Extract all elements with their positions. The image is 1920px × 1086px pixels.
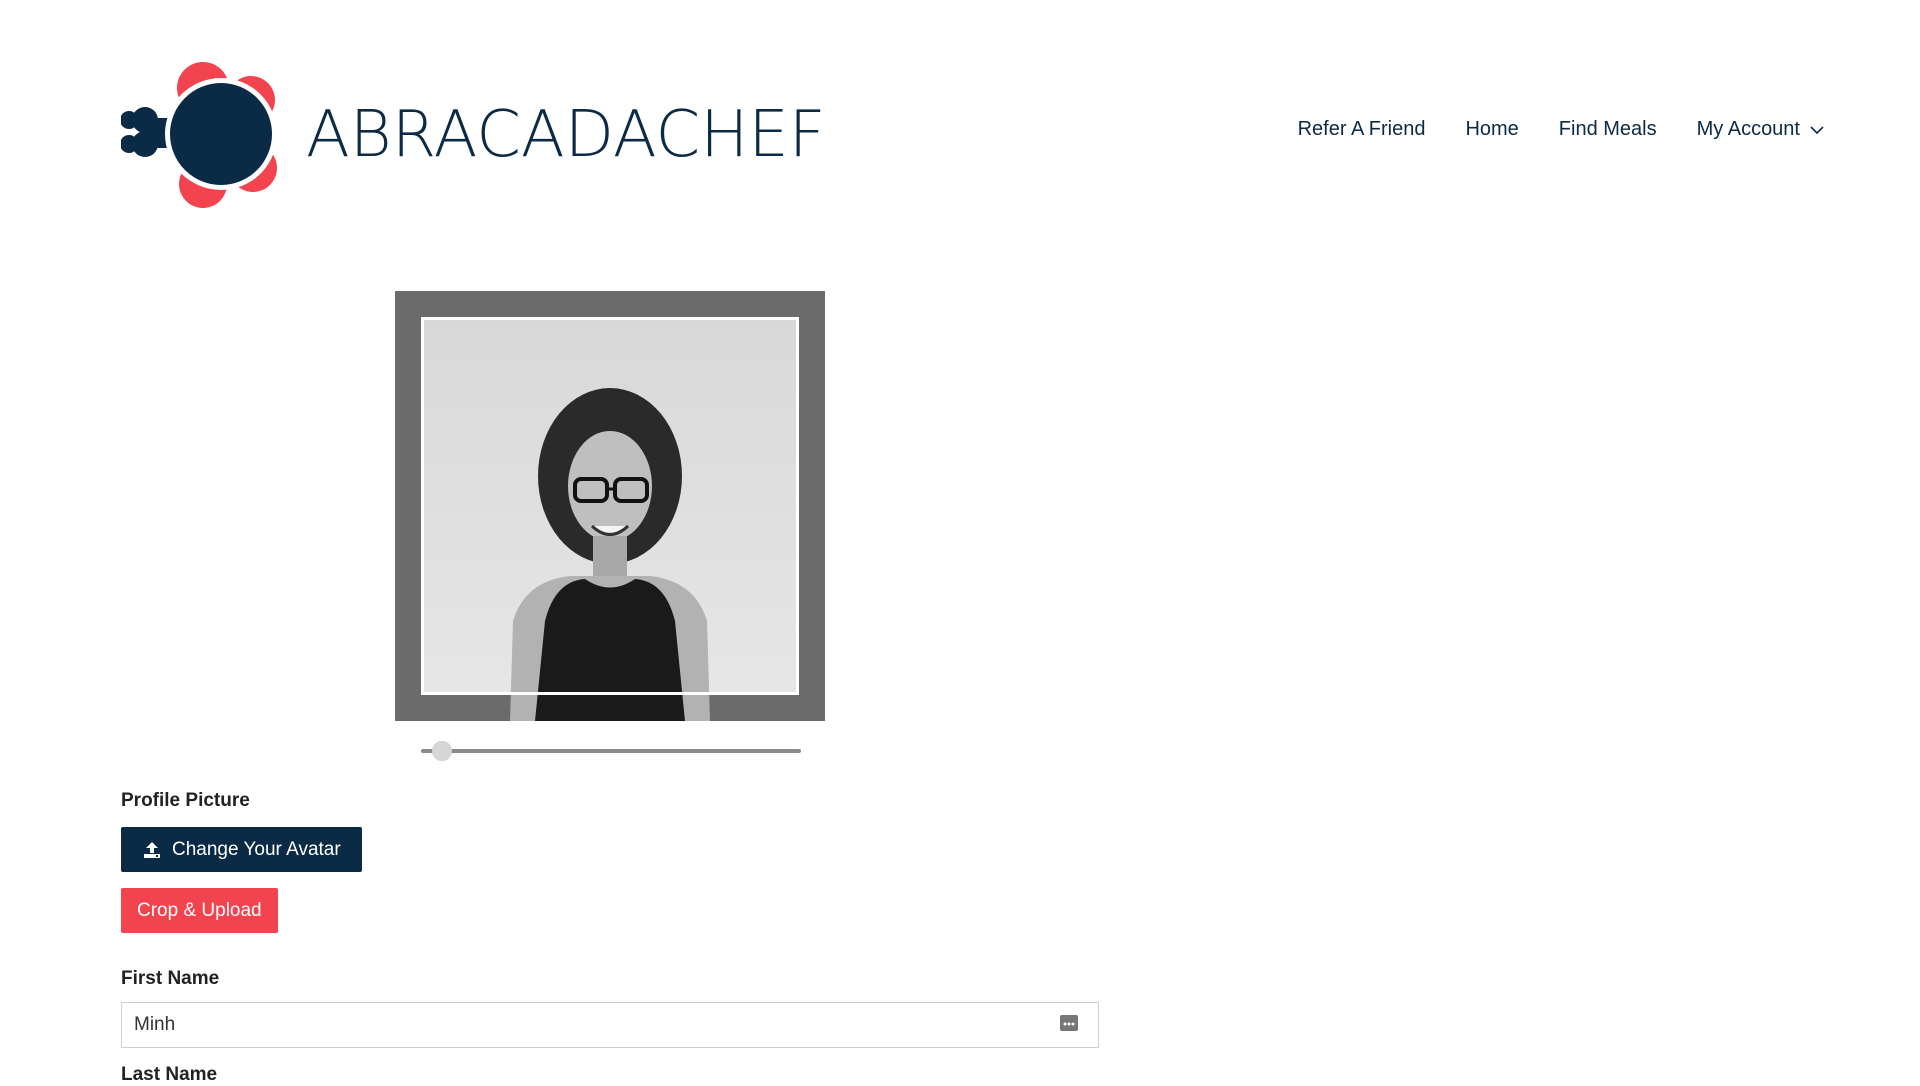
first-name-field-wrapper (121, 1002, 1099, 1048)
avatar-cropper[interactable] (395, 291, 825, 721)
profile-picture-label: Profile Picture (121, 790, 250, 811)
profile-form: Profile Picture Change Your Avatar Crop … (121, 790, 1101, 1086)
change-avatar-label: Change Your Avatar (172, 838, 341, 860)
brand-wordmark: ABRACADACHEF (306, 98, 826, 172)
crop-frame[interactable] (421, 317, 799, 695)
crop-upload-button[interactable]: Crop & Upload (121, 888, 278, 933)
nav-find-meals[interactable]: Find Meals (1559, 118, 1657, 141)
nav-my-account[interactable]: My Account (1697, 118, 1824, 141)
first-name-label: First Name (121, 968, 220, 989)
upload-icon (144, 841, 160, 858)
nav-my-account-label: My Account (1696, 118, 1800, 140)
zoom-slider-thumb[interactable] (431, 741, 452, 761)
zoom-slider-track (421, 749, 801, 753)
chevron-down-icon (1810, 125, 1824, 134)
nav-home[interactable]: Home (1465, 118, 1518, 141)
first-name-input[interactable] (122, 1003, 1098, 1047)
last-name-label: Last Name (121, 1064, 218, 1085)
site-header: ABRACADACHEF Refer A Friend Home Find Me… (0, 0, 1920, 240)
main-nav: Refer A Friend Home Find Meals My Accoun… (1298, 118, 1824, 141)
nav-refer-a-friend[interactable]: Refer A Friend (1298, 118, 1426, 141)
change-avatar-button[interactable]: Change Your Avatar (121, 827, 362, 872)
zoom-slider[interactable] (421, 741, 801, 761)
more-dots-icon[interactable] (1060, 1015, 1078, 1031)
